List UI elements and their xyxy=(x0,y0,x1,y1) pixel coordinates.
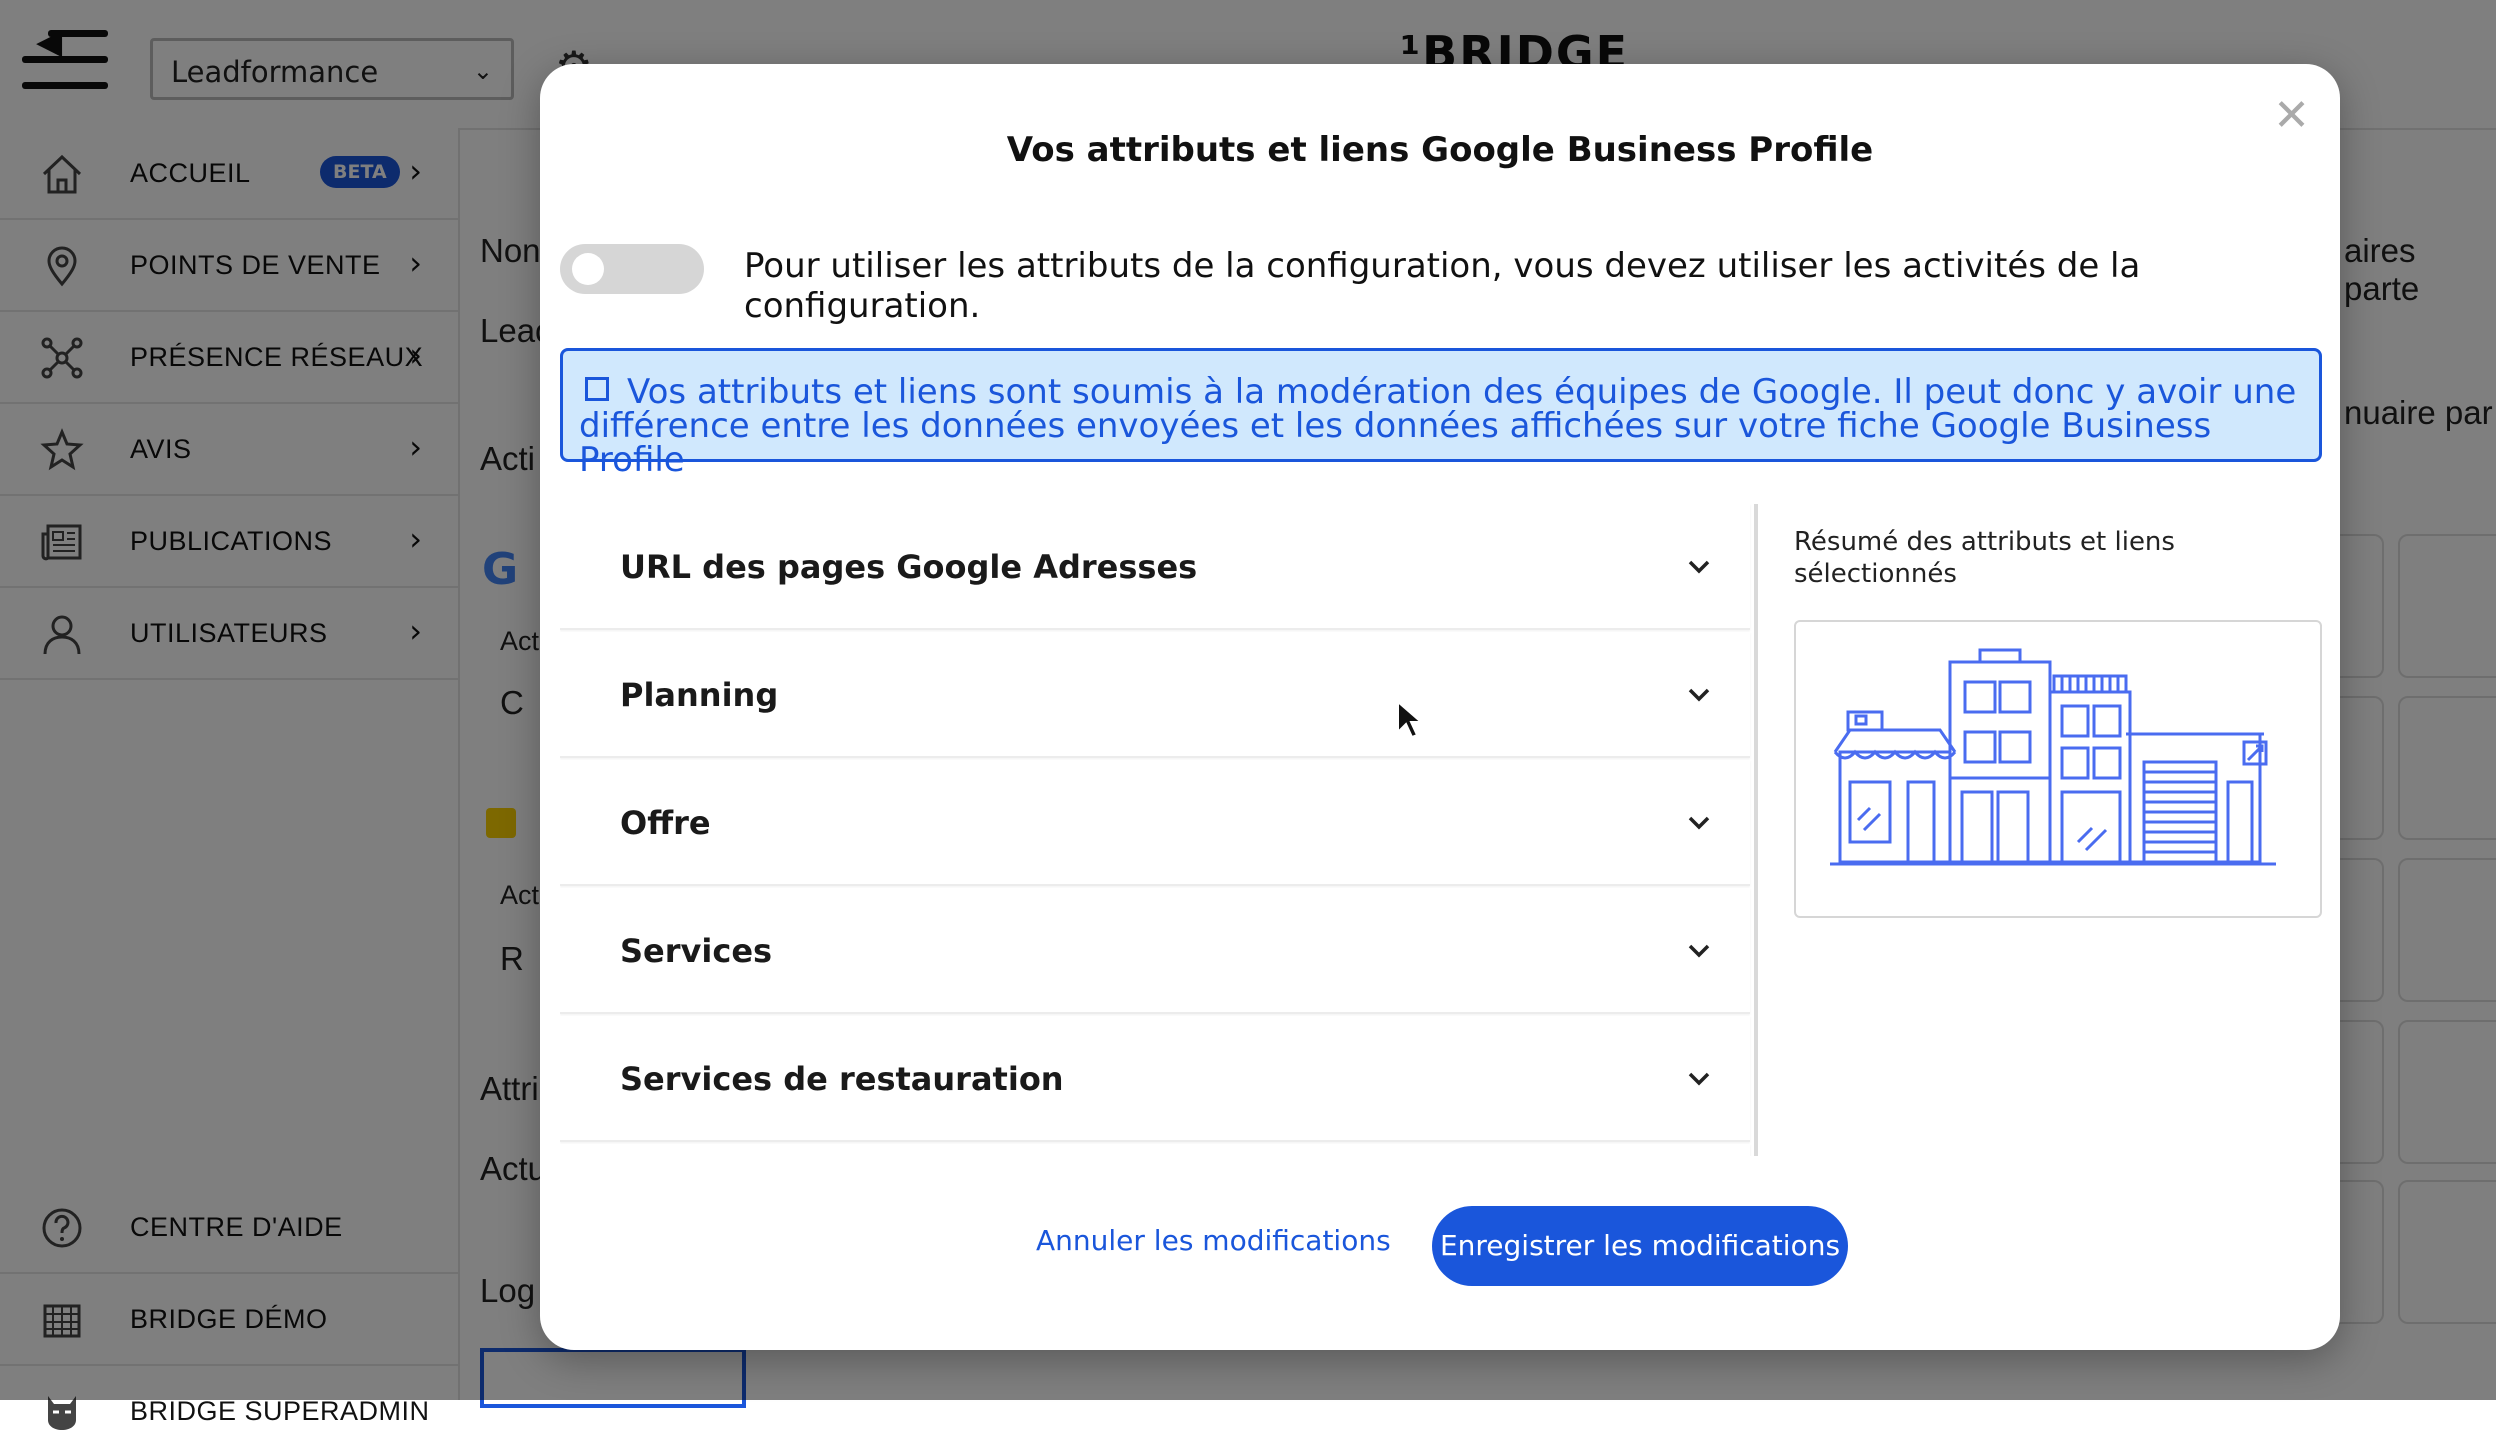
mouse-cursor-icon xyxy=(1397,700,1422,739)
attributes-accordion: URL des pages Google Adresses Planning O… xyxy=(560,504,1758,1156)
accordion-item-services-restauration[interactable]: Services de restauration xyxy=(560,1016,1750,1142)
attributes-modal: Vos attributs et liens Google Business P… xyxy=(540,64,2340,1350)
chevron-down-icon xyxy=(1688,1072,1710,1086)
accordion-item-services[interactable]: Services xyxy=(560,888,1750,1014)
chevron-down-icon xyxy=(1688,688,1710,702)
chevron-down-icon xyxy=(1688,944,1710,958)
summary-title: Résumé des attributs et liens sélectionn… xyxy=(1794,527,2175,589)
cancel-button[interactable]: Annuler les modifications xyxy=(1036,1224,1391,1257)
accordion-item-next[interactable] xyxy=(560,1144,1750,1156)
accordion-item-label: URL des pages Google Adresses xyxy=(620,548,1198,586)
toggle-knob xyxy=(572,253,604,285)
close-icon[interactable]: ✕ xyxy=(2273,94,2310,138)
moderation-info-box: Vos attributs et liens sont soumis à la … xyxy=(560,348,2322,477)
configuration-toggle[interactable] xyxy=(560,244,704,294)
toggle-label: Pour utiliser les attributs de la config… xyxy=(744,246,2141,326)
chevron-down-icon xyxy=(1688,560,1710,574)
summary-card xyxy=(1794,620,2322,918)
accordion-item-label: Offre xyxy=(620,804,711,842)
accordion-item-url-pages[interactable]: URL des pages Google Adresses xyxy=(560,504,1750,630)
sidebar-item-label: BRIDGE SUPERADMIN xyxy=(130,1396,430,1426)
moderation-info-text: Vos attributs et liens sont soumis à la … xyxy=(579,372,2297,480)
accordion-item-offre[interactable]: Offre xyxy=(560,760,1750,886)
chevron-down-icon xyxy=(1688,816,1710,830)
modal-title: Vos attributs et liens Google Business P… xyxy=(1006,130,1874,170)
accordion-item-label: Services de restauration xyxy=(620,1060,1064,1098)
save-button[interactable]: Enregistrer les modifications xyxy=(1432,1206,1848,1286)
accordion-item-label: Planning xyxy=(620,676,779,714)
accordion-item-planning[interactable]: Planning xyxy=(560,632,1750,758)
storefront-illustration xyxy=(1830,648,2276,866)
accordion-item-label: Services xyxy=(620,932,773,970)
